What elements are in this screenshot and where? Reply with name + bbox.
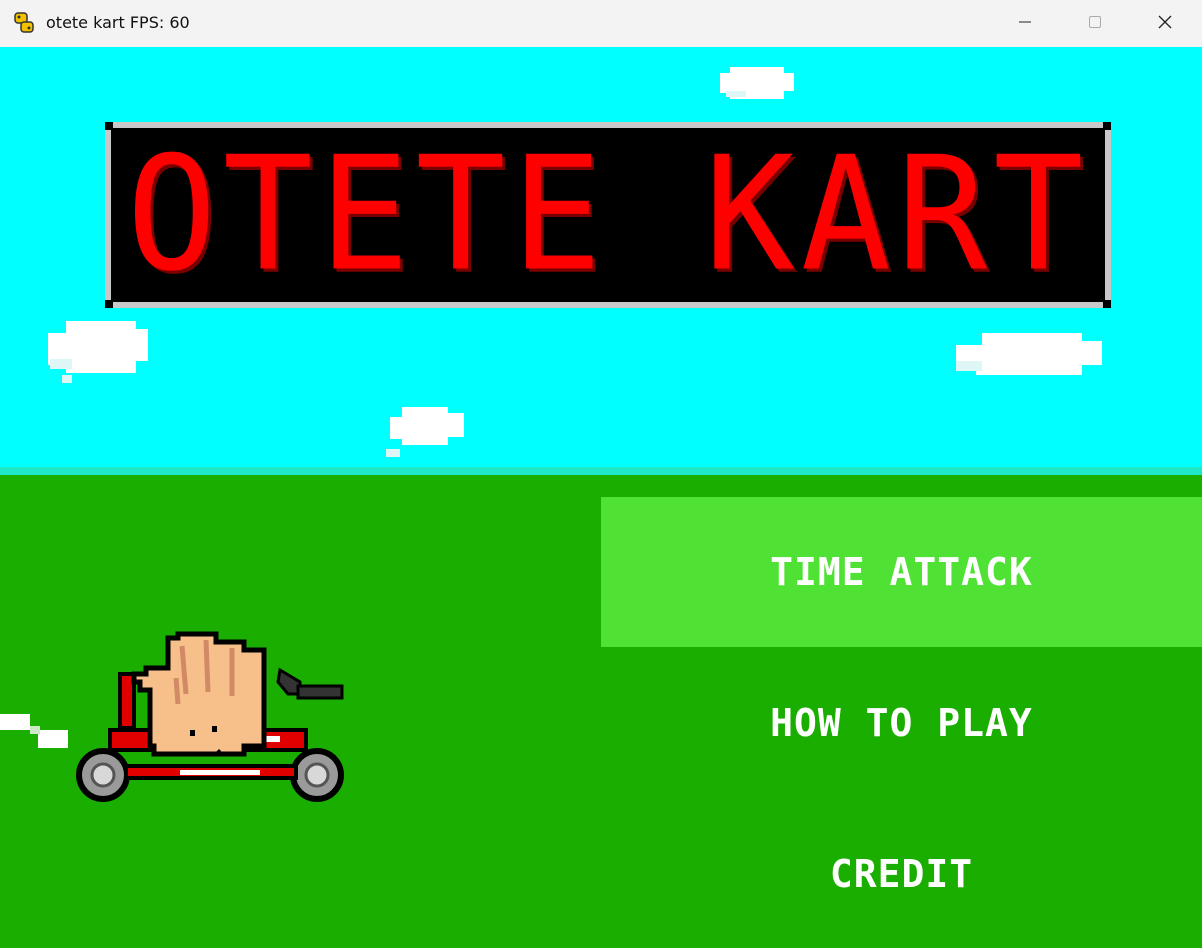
dust-puff: [38, 730, 68, 748]
maximize-icon: [1088, 14, 1102, 33]
minimize-icon: [1018, 14, 1032, 33]
python-icon: [12, 11, 36, 35]
logo-text: OTETE KART: [126, 123, 1090, 307]
logo-panel: OTETE KART: [111, 124, 1105, 306]
horizon-strip: [0, 467, 1202, 475]
menu-item-time-attack[interactable]: TIME ATTACK: [601, 497, 1202, 647]
app-window: otete kart FPS: 60 OTETE KART TIME ATTAC…: [0, 0, 1202, 948]
cloud-icon: [720, 67, 794, 99]
minimize-button[interactable]: [990, 0, 1060, 47]
menu-label: CREDIT: [829, 852, 974, 896]
menu-item-how-to-play[interactable]: HOW TO PLAY: [601, 648, 1202, 798]
menu-item-credit[interactable]: CREDIT: [601, 799, 1202, 948]
cloud-icon: [386, 407, 464, 457]
window-title: otete kart FPS: 60: [46, 13, 190, 32]
game-canvas[interactable]: OTETE KART TIME ATTACK HOW TO PLAY CREDI…: [0, 47, 1202, 948]
menu-label: TIME ATTACK: [770, 550, 1033, 594]
title-bar[interactable]: otete kart FPS: 60: [0, 0, 1202, 48]
cloud-icon: [956, 333, 1102, 375]
close-button[interactable]: [1130, 0, 1200, 47]
menu-label: HOW TO PLAY: [770, 701, 1033, 745]
dust-puff: [0, 714, 30, 730]
maximize-button[interactable]: [1060, 0, 1130, 47]
cloud-icon: [48, 321, 148, 383]
close-icon: [1157, 14, 1173, 34]
hand-kart-sprite: [0, 631, 344, 802]
game-logo: OTETE KART: [105, 122, 1111, 308]
